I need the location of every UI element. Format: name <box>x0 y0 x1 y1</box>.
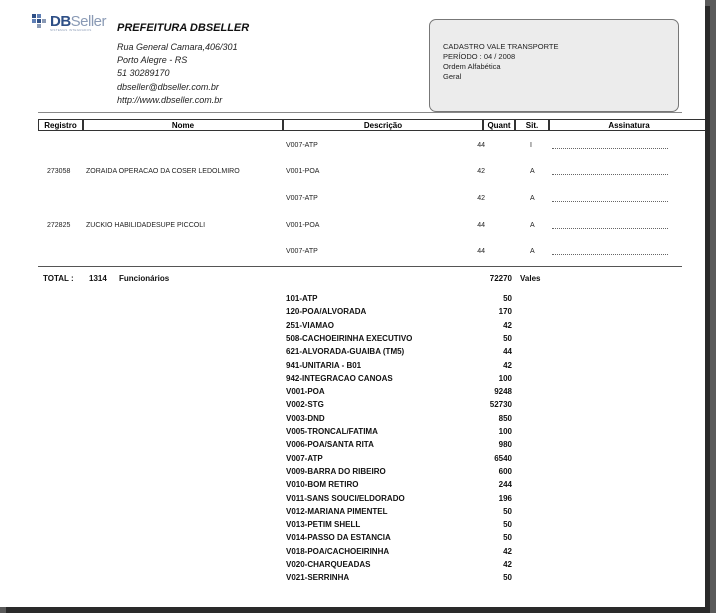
summary-qty: 44 <box>503 347 512 357</box>
summary-code: 621-ALVORADA-GUAIBA (TM5) <box>286 347 405 357</box>
total-count-label: Funcionários <box>119 274 170 283</box>
row-sit: A <box>530 195 535 202</box>
total-divider <box>38 266 682 267</box>
row-registro: 272825 <box>47 222 71 229</box>
summary-qty: 170 <box>498 307 512 317</box>
total-label: TOTAL : <box>43 274 74 283</box>
row-descricao: V007-ATP <box>286 195 318 202</box>
row-nome: ZORAIDA OPERACAO DA COSER LEDOLMIRO <box>86 168 240 175</box>
website-line: http://www.dbseller.com.br <box>117 95 223 105</box>
city-line: Porto Alegre - RS <box>117 55 188 65</box>
summary-qty: 50 <box>503 333 512 343</box>
summary-qty: 100 <box>498 427 512 436</box>
report-scope: Geral <box>443 72 462 81</box>
dbseller-logo: DBSeller SISTEMAS INTEGRADOS <box>31 13 107 34</box>
report-page: DBSeller SISTEMAS INTEGRADOS PREFEITURA … <box>0 0 705 607</box>
row-descricao: V007-ATP <box>286 142 318 149</box>
summary-code: V006-POA/SANTA RITA <box>286 440 374 450</box>
signature-line <box>552 174 668 175</box>
summary-qty: 50 <box>503 520 512 530</box>
signature-line <box>552 254 668 255</box>
logo-mark-icon <box>31 13 49 34</box>
row-quant: 42 <box>477 168 485 175</box>
col-descricao: Descrição <box>283 119 483 131</box>
summary-qty: 42 <box>503 546 512 556</box>
summary-qty: 52730 <box>489 400 512 410</box>
page-shadow-right <box>705 6 710 613</box>
summary-code: V014-PASSO DA ESTANCIA <box>286 533 391 543</box>
total-vales: 72270 <box>489 274 512 283</box>
summary-qty: 50 <box>503 294 512 303</box>
signature-line <box>552 201 668 202</box>
col-sit: Sit. <box>515 119 549 131</box>
summary-code: V005-TRONCAL/FATIMA <box>286 427 378 436</box>
summary-code: V001-POA <box>286 387 325 397</box>
summary-qty: 6540 <box>494 453 512 463</box>
summary-code: V018-POA/CACHOEIRINHA <box>286 546 390 556</box>
company-name: PREFEITURA DBSELLER <box>117 22 250 34</box>
row-sit: A <box>530 248 535 255</box>
row-descricao: V001-POA <box>286 222 320 229</box>
row-sit: A <box>530 222 535 229</box>
summary-code: V002-STG <box>286 400 324 410</box>
row-quant: 44 <box>477 248 485 255</box>
report-order: Ordem Alfabética <box>443 62 501 71</box>
total-vales-label: Vales <box>520 274 541 283</box>
summary-code: 120-POA/ALVORADA <box>286 307 367 317</box>
summary-qty: 42 <box>503 360 512 370</box>
row-sit: A <box>530 168 535 175</box>
summary-code: V007-ATP <box>286 453 323 463</box>
summary-code: 942-INTEGRACAO CANOAS <box>286 373 393 383</box>
summary-qty: 196 <box>498 493 512 503</box>
summary-code: V020-CHARQUEADAS <box>286 560 371 569</box>
summary-code: V021-SERRINHA <box>286 573 350 583</box>
summary-code: V003-DND <box>286 413 325 423</box>
col-nome: Nome <box>83 119 283 131</box>
summary-qty: 50 <box>503 533 512 543</box>
summary-qty: 42 <box>503 320 512 330</box>
col-quant: Quant <box>483 119 515 131</box>
summary-code: V012-MARIANA PIMENTEL <box>286 506 388 516</box>
phone-line: 51 30289170 <box>117 68 170 78</box>
summary-code: V011-SANS SOUCI/ELDORADO <box>286 493 405 503</box>
row-quant: 44 <box>477 142 485 149</box>
row-descricao: V001-POA <box>286 168 320 175</box>
summary-qty: 980 <box>498 440 512 450</box>
row-quant: 44 <box>477 222 485 229</box>
row-quant: 42 <box>477 195 485 202</box>
summary-qty: 50 <box>503 506 512 516</box>
col-assinatura: Assinatura <box>549 119 705 131</box>
email-line: dbseller@dbseller.com.br <box>117 82 219 92</box>
row-sit: I <box>530 142 532 149</box>
summary-qty: 50 <box>503 573 512 583</box>
total-count: 1314 <box>89 274 107 283</box>
report-title: CADASTRO VALE TRANSPORTE <box>443 42 559 51</box>
summary-qty: 42 <box>503 560 512 569</box>
row-descricao: V007-ATP <box>286 248 318 255</box>
summary-qty: 9248 <box>494 387 512 397</box>
logo-tagline: SISTEMAS INTEGRADOS <box>50 28 92 32</box>
summary-code: V013-PETIM SHELL <box>286 520 361 530</box>
address-line: Rua General Camara,406/301 <box>117 42 238 52</box>
summary-code: 508-CACHOEIRINHA EXECUTIVO <box>286 333 413 343</box>
row-nome: ZUCKIO HABILIDADESUPE PICCOLI <box>86 222 206 229</box>
report-period: PERÍODO : 04 / 2008 <box>443 52 516 61</box>
summary-qty: 244 <box>498 480 512 490</box>
summary-code: 101-ATP <box>286 294 318 303</box>
header-divider <box>38 112 682 113</box>
col-registro: Registro <box>38 119 83 131</box>
summary-qty: 100 <box>498 373 512 383</box>
summary-qty: 600 <box>498 466 512 476</box>
summary-code: 941-UNITARIA - B01 <box>286 360 362 370</box>
summary-qty: 850 <box>498 413 512 423</box>
signature-line <box>552 148 668 149</box>
row-registro: 273058 <box>47 168 71 175</box>
summary-code: V010-BOM RETIRO <box>286 480 359 490</box>
page-shadow-bottom <box>6 607 710 613</box>
summary-code: V009-BARRA DO RIBEIRO <box>286 466 386 476</box>
signature-line <box>552 228 668 229</box>
summary-code: 251-VIAMAO <box>286 320 335 330</box>
